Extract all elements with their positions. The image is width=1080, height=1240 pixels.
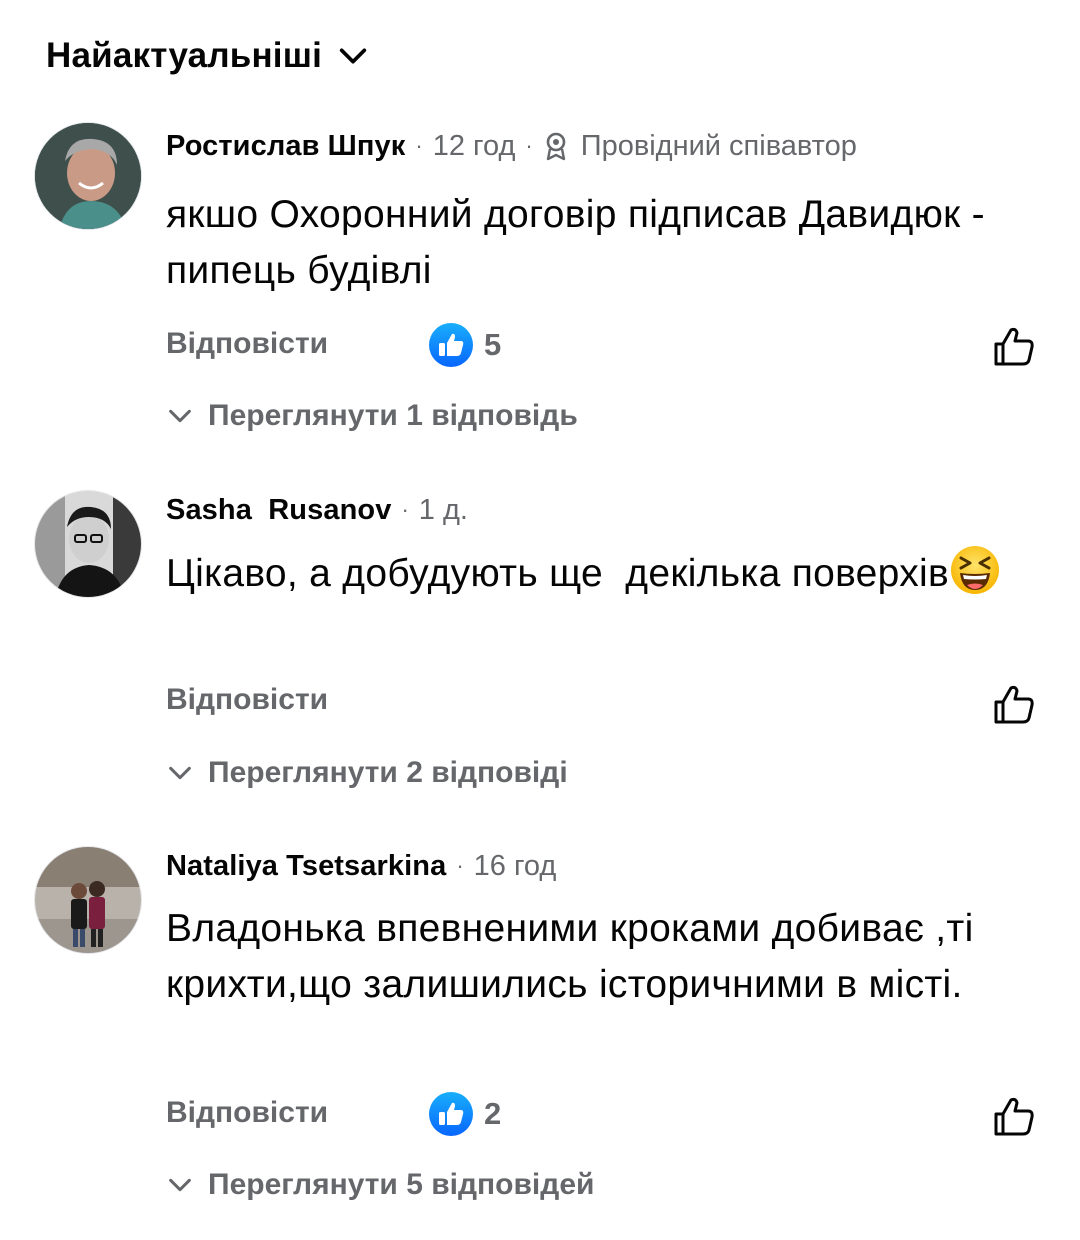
laughing-squinting-face-emoji: [951, 546, 1000, 594]
comment-text: якшо Охоронний договір підписав Давидюк …: [166, 193, 985, 292]
avatar[interactable]: [34, 846, 142, 954]
reply-button[interactable]: Відповісти: [166, 324, 328, 364]
view-replies-button[interactable]: Переглянути 5 відповідей: [166, 1165, 594, 1205]
avatar[interactable]: [34, 490, 142, 598]
like-icon[interactable]: [990, 680, 1038, 728]
separator-dot: ·: [525, 133, 533, 158]
comment-meta: Sasha Rusanov · 1 д.: [166, 490, 468, 530]
comment-meta: Nataliya Tsetsarkina · 16 год: [166, 846, 556, 886]
comment-text: Цікаво, а добудують ще декілька поверхів: [166, 544, 1026, 602]
chevron-down-icon: [339, 48, 367, 64]
chevron-down-icon: [169, 409, 191, 423]
sort-dropdown[interactable]: Найактуальніші: [46, 32, 370, 80]
comment-text: Владонька впевненими кроками добиває ,ті…: [166, 907, 974, 1006]
comment-time[interactable]: 16 год: [474, 850, 557, 883]
author-name[interactable]: Sasha Rusanov: [166, 494, 391, 527]
author-name[interactable]: Ростислав Шпук: [166, 130, 405, 163]
comment-time[interactable]: 12 год: [433, 130, 516, 163]
like-icon[interactable]: [990, 1092, 1038, 1140]
top-contributor-icon: [546, 132, 566, 161]
reaction-summary[interactable]: 5: [428, 322, 501, 368]
comment-meta: Ростислав Шпук · 12 год · Провідний спів…: [166, 126, 857, 166]
view-replies-label: Переглянути 1 відповідь: [208, 399, 578, 432]
comment-text-content: Цікаво, а добудують ще декілька поверхів: [166, 552, 950, 595]
like-reaction-icon: [429, 1092, 473, 1136]
comment-time[interactable]: 1 д.: [419, 494, 468, 527]
like-icon[interactable]: [990, 322, 1038, 370]
view-replies-label: Переглянути 5 відповідей: [208, 1168, 595, 1201]
reaction-count: 2: [484, 1096, 502, 1131]
reply-button[interactable]: Відповісти: [166, 1093, 328, 1133]
chevron-down-icon: [169, 766, 191, 780]
author-name[interactable]: Nataliya Tsetsarkina: [166, 850, 446, 883]
view-replies-label: Переглянути 2 відповіді: [208, 756, 568, 789]
view-replies-button[interactable]: Переглянути 1 відповідь: [166, 396, 578, 436]
avatar[interactable]: [34, 122, 142, 230]
sort-label: Найактуальніші: [46, 36, 323, 75]
reply-button[interactable]: Відповісти: [166, 680, 328, 720]
like-reaction-icon: [429, 323, 473, 367]
separator-dot: ·: [415, 133, 423, 158]
reaction-summary[interactable]: 2: [428, 1091, 501, 1137]
separator-dot: ·: [456, 853, 464, 878]
reaction-count: 5: [484, 327, 502, 362]
chevron-down-icon: [169, 1178, 191, 1192]
contributor-badge: Провідний співавтор: [580, 129, 857, 162]
view-replies-button[interactable]: Переглянути 2 відповіді: [166, 753, 568, 793]
separator-dot: ·: [401, 497, 409, 522]
